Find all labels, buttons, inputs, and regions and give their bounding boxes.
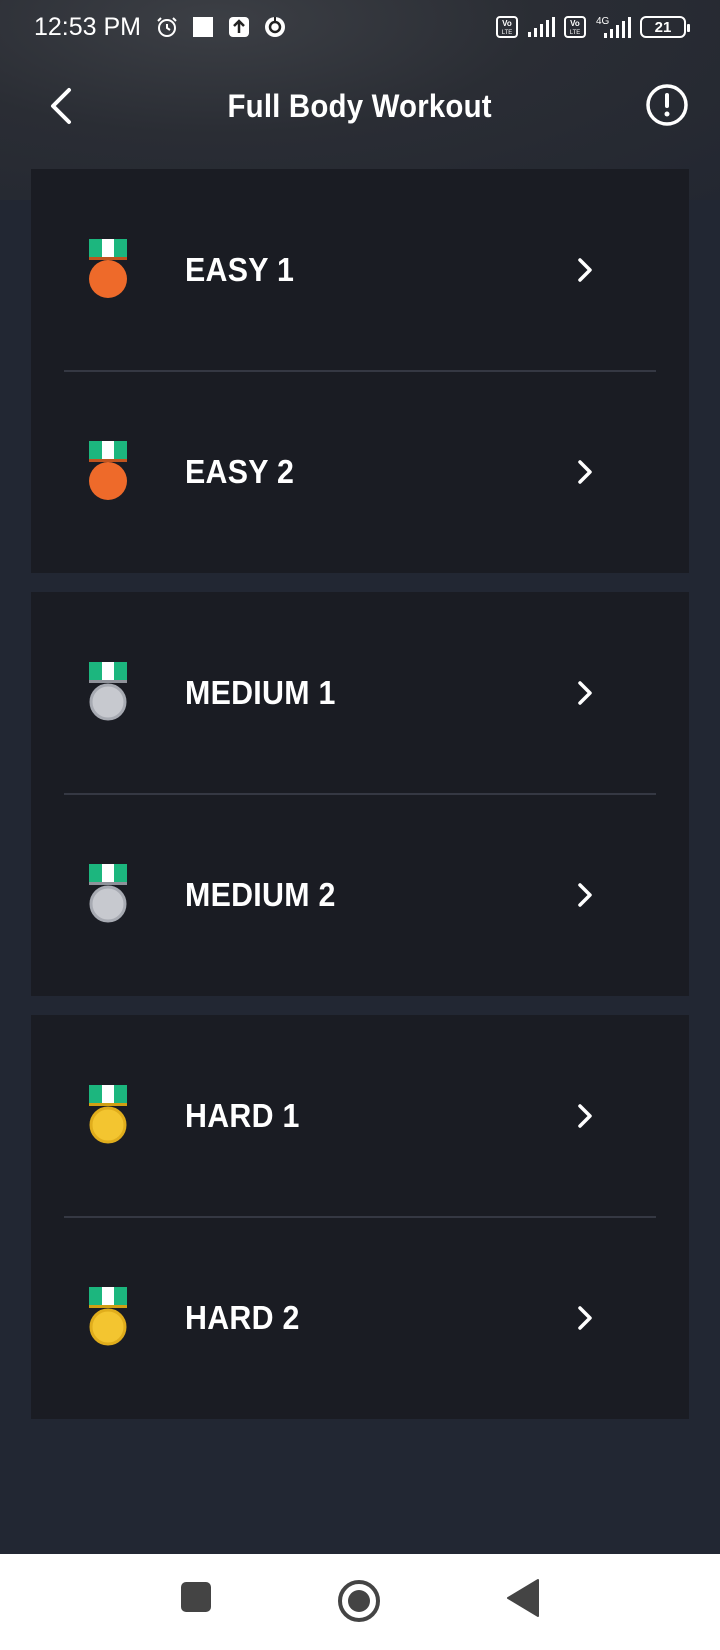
workout-row-hard-1[interactable]: HARD 1: [31, 1015, 689, 1217]
workout-label: MEDIUM 1: [185, 674, 336, 711]
chevron-right-icon: [578, 460, 592, 484]
workout-row-medium-2[interactable]: MEDIUM 2: [31, 794, 689, 996]
system-nav-bar: [0, 1554, 720, 1650]
gold-medal-icon: [89, 1085, 127, 1144]
page-title: Full Body Workout: [227, 87, 493, 124]
signal-icon: [528, 17, 555, 37]
bronze-medal-icon: [89, 239, 127, 298]
chevron-right-icon: [578, 681, 592, 705]
back-triangle-icon[interactable]: [506, 1578, 540, 1618]
workout-group-easy: EASY 1 EASY 2: [31, 169, 689, 573]
workout-label: HARD 1: [185, 1097, 300, 1134]
volte-icon: Vo LTE: [564, 16, 586, 38]
chevron-right-icon: [578, 1306, 592, 1330]
workout-row-easy-1[interactable]: EASY 1: [31, 169, 689, 371]
workout-row-easy-2[interactable]: EASY 2: [31, 371, 689, 573]
vpn-icon: [265, 17, 286, 37]
workout-label: MEDIUM 2: [185, 876, 336, 913]
chevron-right-icon: [578, 883, 592, 907]
status-time: 12:53 PM: [34, 12, 142, 41]
gold-medal-icon: [89, 1287, 127, 1346]
recents-square-icon[interactable]: [179, 1580, 213, 1614]
workout-label: HARD 2: [185, 1299, 300, 1336]
4g-signal-icon: 4G: [596, 16, 631, 38]
svg-text:LTE: LTE: [570, 30, 581, 36]
volte-icon: Vo LTE: [496, 16, 518, 38]
status-bar: 12:53 PM Vo LTE Vo LTE 4G 21: [0, 0, 720, 54]
workout-label: EASY 2: [185, 453, 295, 490]
battery-indicator: 21: [640, 16, 690, 38]
workout-row-medium-1[interactable]: MEDIUM 1: [31, 592, 689, 794]
workout-group-hard: HARD 1 HARD 2: [31, 1015, 689, 1419]
silver-medal-icon: [89, 864, 127, 923]
home-circle-icon[interactable]: [336, 1578, 382, 1624]
chevron-right-icon: [578, 258, 592, 282]
chevron-right-icon: [578, 1104, 592, 1128]
bronze-medal-icon: [89, 441, 127, 500]
silver-medal-icon: [89, 662, 127, 721]
square-notification-icon: [193, 17, 214, 37]
info-circle-icon: [646, 84, 688, 126]
chevron-left-icon: [51, 88, 71, 124]
alarm-icon: [157, 17, 177, 37]
workout-group-medium: MEDIUM 1 MEDIUM 2: [31, 592, 689, 996]
upload-icon: [229, 17, 250, 37]
info-button[interactable]: [644, 82, 690, 128]
workout-row-hard-2[interactable]: HARD 2: [31, 1217, 689, 1419]
workout-label: EASY 1: [185, 251, 295, 288]
svg-text:Vo: Vo: [502, 19, 512, 28]
svg-text:LTE: LTE: [502, 30, 513, 36]
svg-text:Vo: Vo: [570, 19, 580, 28]
app-header: Full Body Workout: [0, 66, 720, 146]
svg-text:4G: 4G: [596, 16, 610, 27]
back-button[interactable]: [36, 82, 84, 130]
